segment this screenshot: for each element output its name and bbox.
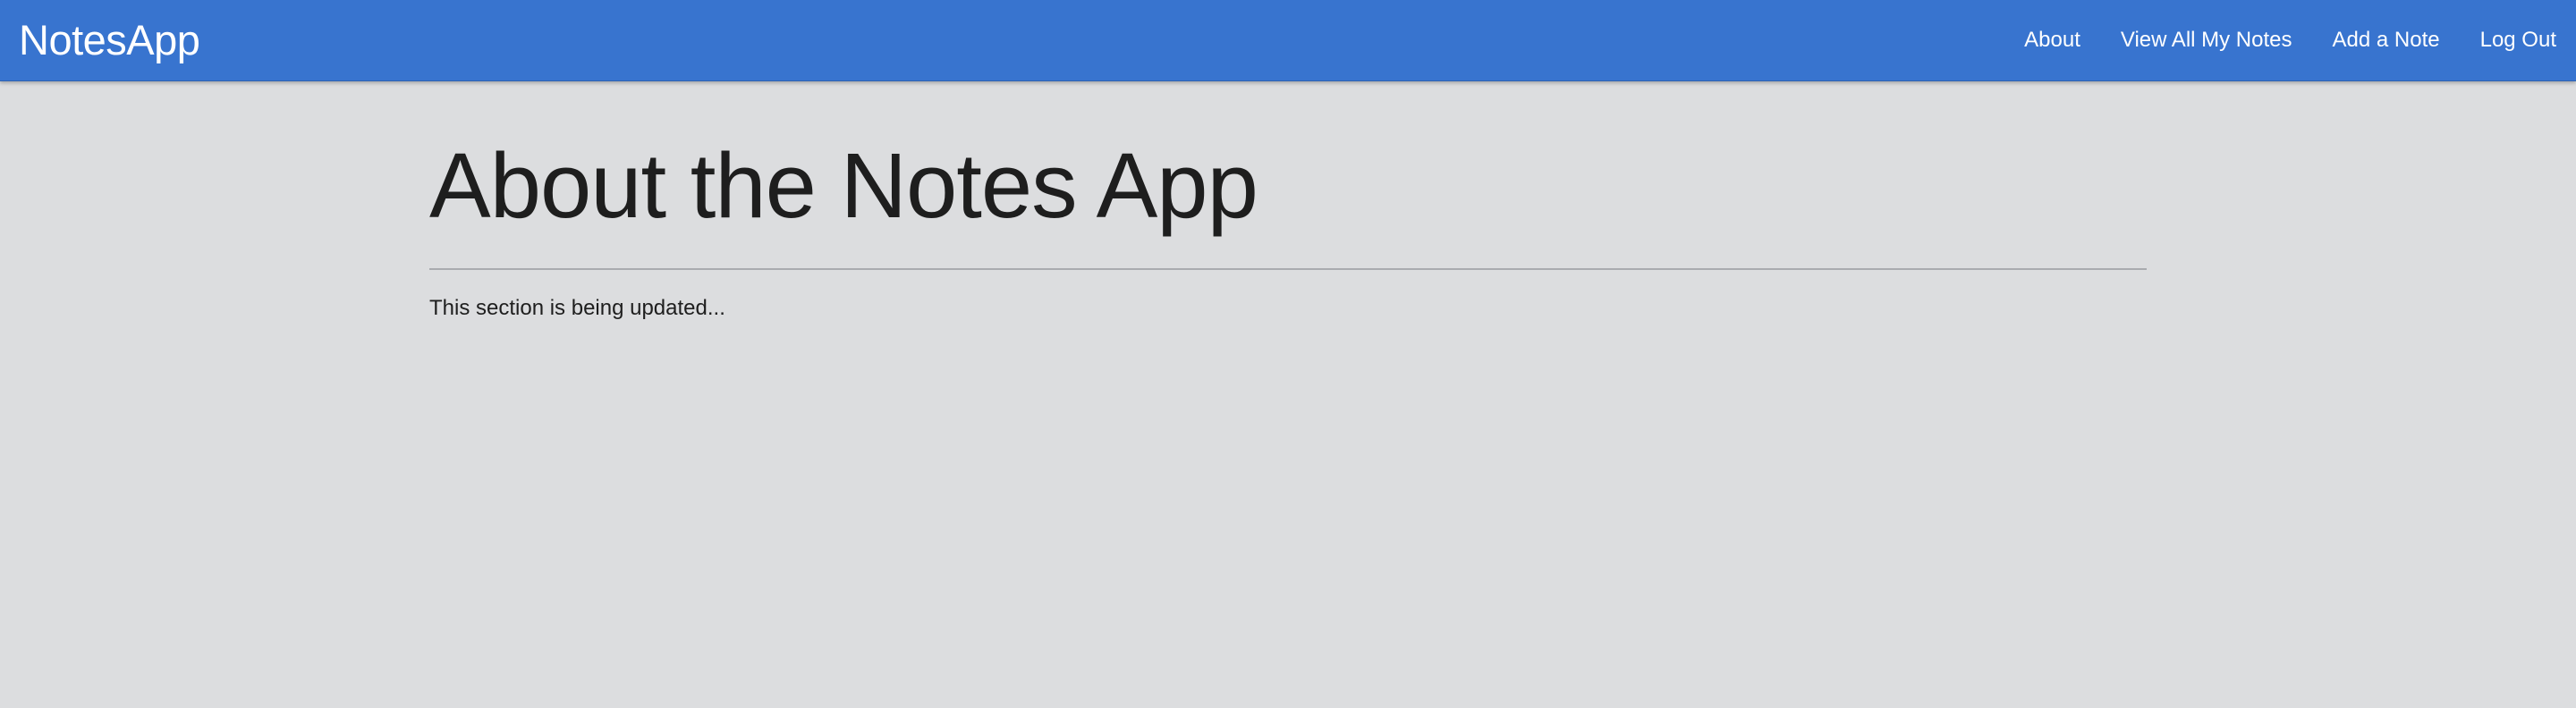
main-content: About the Notes App This section is bein… bbox=[429, 81, 2147, 322]
title-divider bbox=[429, 268, 2147, 271]
nav-link-view-all-notes[interactable]: View All My Notes bbox=[2121, 27, 2292, 54]
page-title: About the Notes App bbox=[429, 134, 1258, 237]
nav-link-about[interactable]: About bbox=[2024, 27, 2080, 54]
nav-links: About View All My Notes Add a Note Log O… bbox=[2024, 0, 2556, 80]
top-navbar: NotesApp About View All My Notes Add a N… bbox=[0, 0, 2576, 81]
brand-logo-link[interactable]: NotesApp bbox=[19, 13, 200, 67]
about-body-text: This section is being updated... bbox=[429, 296, 725, 321]
nav-link-add-note[interactable]: Add a Note bbox=[2333, 27, 2440, 54]
nav-link-log-out[interactable]: Log Out bbox=[2480, 27, 2556, 54]
